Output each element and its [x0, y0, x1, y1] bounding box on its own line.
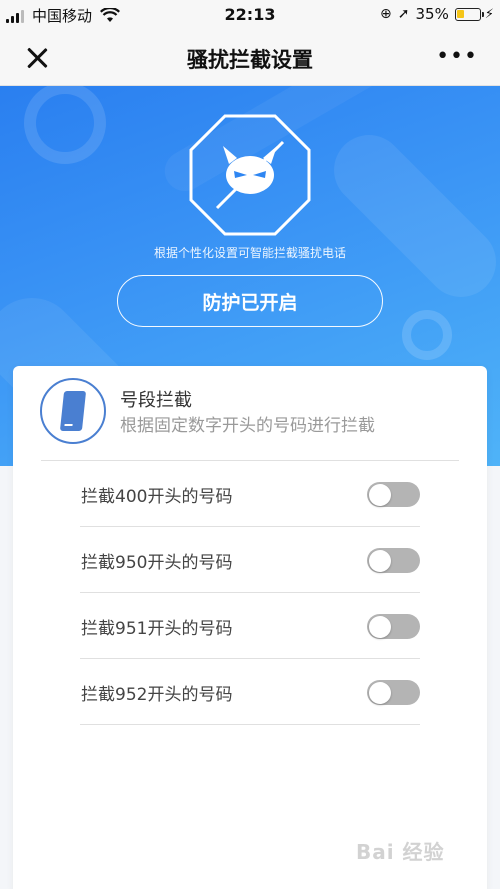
nav-bar: 骚扰拦截设置 •••: [0, 30, 500, 86]
protection-status-button[interactable]: 防护已开启: [117, 275, 383, 327]
block-400-toggle[interactable]: [367, 482, 420, 507]
toggle-knob: [368, 483, 391, 506]
phone-icon: [40, 378, 106, 444]
toggle-knob: [368, 615, 391, 638]
toggle-knob: [368, 549, 391, 572]
list-item: 拦截950开头的号码: [80, 527, 420, 593]
row-label: 拦截950开头的号码: [81, 553, 233, 573]
card-description: 根据固定数字开头的号码进行拦截: [120, 416, 375, 436]
battery-level: [456, 9, 464, 18]
toggle-knob: [368, 681, 391, 704]
row-label: 拦截400开头的号码: [81, 487, 233, 507]
more-options-icon[interactable]: •••: [436, 44, 478, 69]
decoration-ring: [402, 310, 452, 360]
decoration-ring: [24, 86, 106, 164]
row-label: 拦截951开头的号码: [81, 619, 233, 639]
battery-percent: 35%: [415, 5, 449, 23]
lock-rotation-icon: ⊕: [380, 6, 392, 22]
charging-icon: ⚡: [484, 6, 494, 22]
block-952-toggle[interactable]: [367, 680, 420, 705]
list-item: 拦截400开头的号码: [80, 461, 420, 527]
prefix-block-card: 号段拦截 根据固定数字开头的号码进行拦截 拦截400开头的号码 拦截950开头的…: [13, 366, 487, 889]
list-item: 拦截951开头的号码: [80, 593, 420, 659]
battery-icon: [454, 7, 484, 21]
row-label: 拦截952开头的号码: [81, 685, 233, 705]
status-right: ⊕ ➚ 35% ⚡: [380, 5, 494, 23]
devil-shield-icon: [189, 114, 311, 236]
page-title: 骚扰拦截设置: [187, 48, 313, 72]
location-arrow-icon: ➚: [397, 6, 410, 22]
block-951-toggle[interactable]: [367, 614, 420, 639]
block-950-toggle[interactable]: [367, 548, 420, 573]
hero-subtitle: 根据个性化设置可智能拦截骚扰电话: [153, 246, 346, 260]
status-bar: 中国移动 22:13 ⊕ ➚ 35% ⚡: [0, 0, 500, 30]
card-title: 号段拦截: [120, 390, 192, 411]
watermark: Bai 经验: [356, 840, 445, 864]
list-item: 拦截952开头的号码: [80, 659, 420, 725]
